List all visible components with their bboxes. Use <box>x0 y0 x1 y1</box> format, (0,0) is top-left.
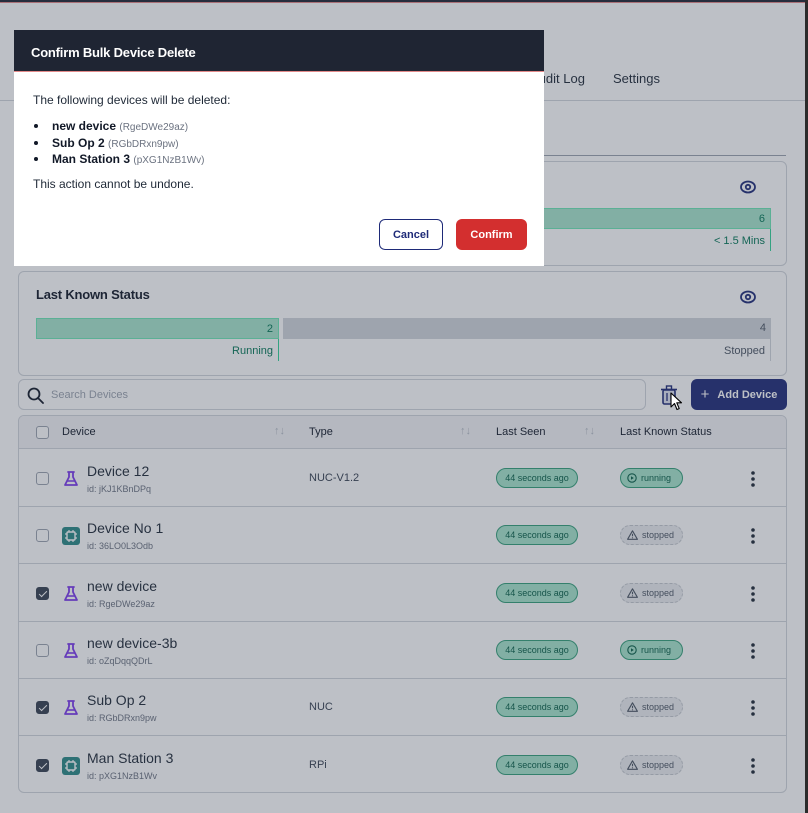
mouse-cursor-icon <box>670 392 683 411</box>
device-name: Sub Op 2 <box>52 135 105 150</box>
list-item: new device (RgeDWe29az) <box>33 118 204 135</box>
device-id: (RgeDWe29az) <box>119 122 189 133</box>
devices-to-delete-list: new device (RgeDWe29az) Sub Op 2 (RGbDRx… <box>33 118 204 168</box>
confirm-delete-modal: Confirm Bulk Device Delete The following… <box>14 30 544 266</box>
list-item: Man Station 3 (pXG1NzB1Wv) <box>33 151 204 168</box>
confirm-button[interactable]: Confirm <box>456 219 527 250</box>
device-name: Man Station 3 <box>52 152 131 166</box>
device-id: (RGbDRxn9pw) <box>108 138 179 150</box>
modal-intro: The following devices will be deleted: <box>33 93 231 107</box>
modal-header: Confirm Bulk Device Delete <box>14 30 544 72</box>
device-id: (pXG1NzB1Wv) <box>133 155 205 166</box>
modal-title: Confirm Bulk Device Delete <box>31 45 196 60</box>
list-item: Sub Op 2 (RGbDRxn9pw) <box>33 135 204 152</box>
cancel-button[interactable]: Cancel <box>379 219 443 250</box>
modal-warning: This action cannot be undone. <box>33 177 194 191</box>
device-name: new device <box>52 119 117 133</box>
